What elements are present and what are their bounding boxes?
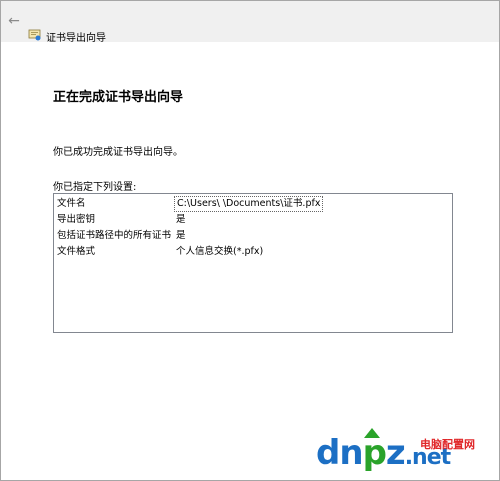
settings-list[interactable]: 文件名 C:\Users\ \Documents\证书.pfx 导出密钥 是 包… xyxy=(53,193,453,333)
setting-value: 个人信息交换(*.pfx) xyxy=(176,246,264,257)
setting-key: 导出密钥 xyxy=(57,214,96,225)
setting-key: 文件格式 xyxy=(57,246,96,257)
watermark-site-name: 电脑配置网 xyxy=(420,438,475,451)
setting-value: 是 xyxy=(176,214,186,225)
settings-list-label: 你已指定下列设置: xyxy=(53,182,137,193)
setting-value: C:\Users\ \Documents\证书.pfx xyxy=(174,196,324,212)
back-arrow-icon[interactable]: ← xyxy=(7,14,21,28)
settings-row-file-format[interactable]: 文件格式 个人信息交换(*.pfx) xyxy=(54,244,452,260)
settings-row-export-key[interactable]: 导出密钥 是 xyxy=(54,212,452,228)
certificate-icon xyxy=(28,29,41,41)
completion-message: 你已成功完成证书导出向导。 xyxy=(53,147,183,158)
setting-key: 文件名 xyxy=(57,198,86,209)
watermark-logo: dnpz.net 电脑配置网 xyxy=(316,428,498,478)
settings-row-include-chain[interactable]: 包括证书路径中的所有证书 是 xyxy=(54,228,452,244)
setting-value: 是 xyxy=(176,230,186,241)
settings-row-file-name[interactable]: 文件名 C:\Users\ \Documents\证书.pfx xyxy=(54,196,452,212)
setting-key: 包括证书路径中的所有证书 xyxy=(57,230,172,241)
page-title: 正在完成证书导出向导 xyxy=(53,90,184,105)
window-title: 证书导出向导 xyxy=(46,33,106,44)
